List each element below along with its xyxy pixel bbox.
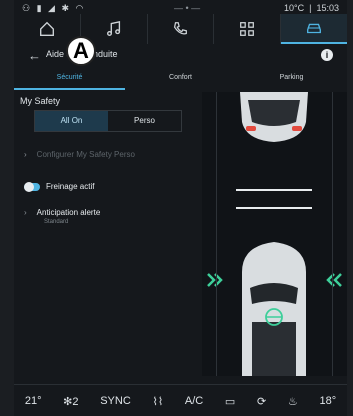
climate-bar: 21° ✻2 SYNC ⌇⌇ A/C ▭ ⟳ ♨ 18° (14, 384, 347, 416)
settings-panel: My Safety All On Perso › Configurer My Sa… (14, 92, 202, 376)
cars-illustration (207, 92, 342, 376)
nav-phone[interactable] (148, 14, 215, 44)
mysafety-mode-selector: All On Perso (34, 110, 182, 132)
vehicle-graphic (202, 92, 347, 376)
active-braking-item[interactable]: Freinage actif (24, 181, 95, 192)
sync-button[interactable]: SYNC (100, 395, 131, 407)
tab-bar: Sécurité Confort Parking (14, 70, 347, 90)
chevron-right-icon: › (24, 150, 27, 159)
configure-perso-item[interactable]: › Configurer My Safety Perso (24, 150, 135, 159)
info-icon[interactable]: i (321, 49, 333, 61)
nav-vehicle[interactable] (281, 14, 347, 44)
mode-all-on-button[interactable]: All On (35, 111, 108, 131)
screen: ⚇ ▮ ◢ ✱ ◠ — • — 10°C | 15:03 ← Aide à la… (14, 0, 347, 416)
lane-line-right (332, 92, 333, 376)
tab-security[interactable]: Sécurité (14, 70, 125, 90)
active-braking-label: Freinage actif (46, 182, 95, 191)
temp-right[interactable]: 18° (319, 395, 336, 407)
alert-anticipation-value: Standard (44, 219, 69, 225)
music-icon (106, 20, 120, 36)
section-title: My Safety (20, 96, 61, 106)
phone-icon (174, 22, 188, 35)
top-nav (14, 14, 347, 44)
alert-anticipation-item[interactable]: › Anticipation alerte Standard (24, 208, 100, 225)
car-icon (307, 23, 322, 34)
temp-left[interactable]: 21° (25, 395, 42, 407)
apps-icon (240, 22, 255, 36)
own-car-icon (242, 242, 306, 376)
lane-assist-right-icon (326, 273, 342, 287)
mode-perso-button[interactable]: Perso (108, 111, 181, 131)
front-car-icon (240, 92, 308, 142)
status-dots: — • — (174, 3, 201, 13)
seat-heat-icon[interactable]: ♨ (288, 395, 298, 408)
fan-level: 2 (72, 395, 79, 408)
active-braking-toggle[interactable] (24, 181, 40, 192)
status-icons: ⚇ ▮ ◢ ✱ ◠ (22, 3, 86, 13)
fan-control[interactable]: ✻2 (63, 395, 78, 408)
ac-button[interactable]: A/C (185, 395, 203, 407)
outside-temp: 10°C (284, 3, 305, 13)
home-icon (39, 21, 54, 36)
tab-parking[interactable]: Parking (236, 70, 347, 90)
back-arrow-icon[interactable]: ← (28, 48, 41, 63)
chevron-right-icon: › (24, 208, 27, 217)
callout-marker: A (66, 36, 96, 66)
status-clock: 10°C | 15:03 (284, 3, 339, 13)
lane-line-left (216, 92, 217, 376)
windshield-defrost-icon[interactable]: ⌇⌇ (152, 395, 163, 408)
alert-anticipation-label: Anticipation alerte (36, 208, 101, 217)
lane-assist-left-icon (207, 273, 223, 287)
title-row: ← Aide à la conduite i (14, 44, 347, 68)
nav-apps[interactable] (214, 14, 282, 44)
configure-perso-label: Configurer My Safety Perso (36, 150, 135, 159)
clock-time: 15:03 (316, 3, 339, 13)
tab-comfort[interactable]: Confort (125, 70, 236, 90)
recirculation-icon[interactable]: ⟳ (257, 395, 266, 408)
rear-defrost-icon[interactable]: ▭ (225, 395, 235, 408)
